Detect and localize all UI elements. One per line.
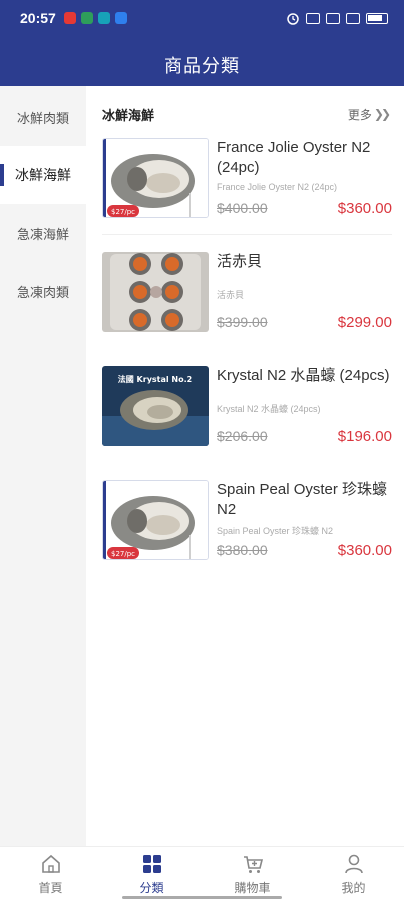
signal-icon bbox=[326, 12, 340, 24]
product-name: Spain Peal Oyster 珍珠蠔 N2 bbox=[217, 481, 388, 518]
product-image bbox=[102, 252, 209, 332]
app-header: 20:57 商品分類 bbox=[0, 0, 404, 86]
product-image: $27/pc bbox=[102, 480, 209, 560]
original-price: $400.00 bbox=[217, 200, 268, 216]
sale-price: $299.00 bbox=[337, 314, 392, 331]
sale-price: $360.00 bbox=[337, 542, 392, 559]
tab-cart[interactable]: 購物車 bbox=[202, 847, 303, 900]
original-price: $206.00 bbox=[217, 428, 268, 444]
tab-label: 購物車 bbox=[234, 881, 271, 895]
status-time: 20:57 bbox=[20, 10, 56, 26]
sale-price: $360.00 bbox=[337, 200, 392, 217]
section-title: 冰鮮海鮮 bbox=[102, 108, 155, 124]
tab-profile[interactable]: 我的 bbox=[303, 847, 404, 900]
price-per-piece-badge: $27/pc bbox=[111, 550, 135, 558]
product-list-panel: 冰鮮海鮮 更多 ❯❯ $27/pc France Jolie Oyster N2… bbox=[86, 86, 404, 846]
product-image: $27/pc bbox=[102, 138, 209, 218]
green-app-icon bbox=[80, 12, 93, 24]
sidebar-item-label: 冰鮮肉類 bbox=[16, 111, 69, 127]
alarm-icon bbox=[287, 13, 299, 25]
sidebar-item-frozen-seafood[interactable]: 急凍海鮮 bbox=[0, 204, 86, 262]
tab-label: 首頁 bbox=[38, 881, 63, 895]
product-name: Krystal N2 水晶蠔 (24pcs) bbox=[217, 367, 390, 384]
red-app-icon bbox=[63, 12, 76, 24]
teal-app-icon bbox=[97, 12, 110, 24]
bottom-tab-bar: 首頁 分類 購物車 我的 bbox=[0, 846, 404, 900]
product-name: 活赤貝 bbox=[217, 253, 263, 270]
tab-categories[interactable]: 分類 bbox=[101, 847, 202, 900]
category-sidebar: 冰鮮肉類 冰鮮海鮮 急凍海鮮 急凍肉類 bbox=[0, 86, 86, 846]
more-link[interactable]: 更多 ❯❯ bbox=[347, 106, 391, 123]
sale-price: $196.00 bbox=[337, 428, 392, 445]
status-bar: 20:57 bbox=[0, 0, 404, 36]
sidebar-item-frozen-meat[interactable]: 急凍肉類 bbox=[0, 262, 86, 320]
home-icon bbox=[41, 854, 60, 873]
product-subtitle: France Jolie Oyster N2 (24pc) bbox=[217, 182, 338, 192]
product-subtitle: Krystal N2 水晶蠔 (24pcs) bbox=[217, 404, 321, 414]
cart-icon bbox=[243, 856, 263, 873]
product-image: 法國 Krystal No.2 bbox=[102, 366, 209, 446]
sidebar-item-label: 冰鮮海鮮 bbox=[15, 168, 71, 184]
original-price: $399.00 bbox=[217, 314, 268, 330]
person-icon bbox=[344, 854, 363, 874]
divider bbox=[102, 234, 392, 235]
wifi-icon bbox=[346, 12, 360, 24]
battery-icon bbox=[366, 12, 388, 24]
sidebar-item-chilled-seafood[interactable]: 冰鮮海鮮 bbox=[0, 146, 86, 204]
price-per-piece-badge: $27/pc bbox=[111, 208, 135, 216]
sidebar-item-chilled-meat[interactable]: 冰鮮肉類 bbox=[0, 88, 86, 146]
tab-label: 分類 bbox=[139, 881, 164, 895]
product-card[interactable]: 活赤貝 活赤貝 $399.00 $299.00 bbox=[102, 252, 392, 336]
product-name: France Jolie Oyster N2 (24pc) bbox=[217, 139, 371, 176]
product-card[interactable]: $27/pc Spain Peal Oyster 珍珠蠔 N2 Spain Pe… bbox=[102, 480, 392, 564]
sidebar-item-label: 急凍肉類 bbox=[16, 285, 69, 301]
oyster-photo: $27/pc bbox=[103, 139, 208, 217]
vibrate-icon bbox=[306, 12, 320, 24]
ark-shell-tray-photo bbox=[102, 252, 209, 332]
home-indicator bbox=[122, 896, 282, 899]
page-title: 商品分類 bbox=[164, 56, 240, 77]
product-subtitle: 活赤貝 bbox=[217, 290, 245, 300]
double-chevron-right-icon: ❯❯ bbox=[373, 107, 391, 121]
grid-icon bbox=[142, 855, 161, 873]
status-right bbox=[286, 11, 388, 25]
sidebar-item-label: 急凍海鮮 bbox=[16, 227, 69, 243]
blue-app-icon bbox=[114, 12, 127, 24]
more-label: 更多 bbox=[347, 107, 372, 122]
krystal-badge: 法國 Krystal No.2 bbox=[118, 374, 192, 384]
original-price: $380.00 bbox=[217, 542, 268, 558]
product-subtitle: Spain Peal Oyster 珍珠蠔 N2 bbox=[217, 526, 334, 536]
product-card[interactable]: $27/pc France Jolie Oyster N2 (24pc) Fra… bbox=[102, 138, 392, 222]
tab-home[interactable]: 首頁 bbox=[0, 847, 101, 900]
product-card[interactable]: 法國 Krystal No.2 Krystal N2 水晶蠔 (24pcs) K… bbox=[102, 366, 392, 450]
oyster-photo: $27/pc bbox=[103, 481, 208, 559]
section-header: 冰鮮海鮮 更多 ❯❯ bbox=[86, 86, 404, 142]
tab-label: 我的 bbox=[341, 881, 366, 895]
krystal-oyster-photo: 法國 Krystal No.2 bbox=[102, 366, 209, 446]
